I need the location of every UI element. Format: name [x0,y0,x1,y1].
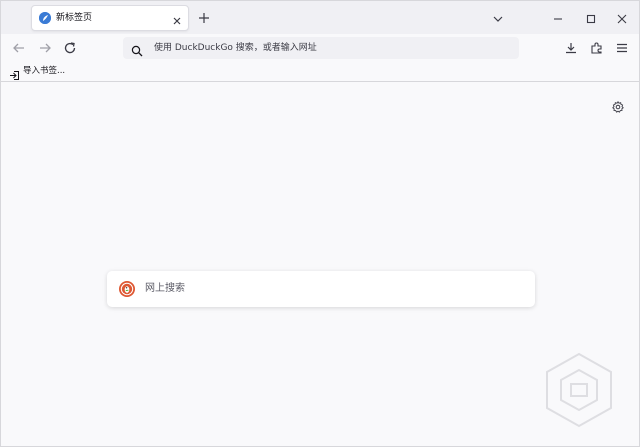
import-icon [9,66,20,80]
import-bookmarks-label: 导入书签... [23,66,66,76]
navigation-bar: 使用 DuckDuckGo 搜索，或者输入网址 [1,34,639,62]
maximize-icon[interactable] [584,11,598,25]
plus-icon[interactable] [197,10,211,24]
bookmarks-toolbar: 导入书签... [1,62,639,82]
tab-title: 新标签页 [56,13,93,23]
close-icon[interactable] [615,11,629,25]
arrow-left-icon[interactable] [11,40,27,56]
watermark-logo-icon [546,352,612,428]
web-search-box[interactable]: 网上搜索 [107,271,535,307]
url-bar[interactable]: 使用 DuckDuckGo 搜索，或者输入网址 [123,37,519,59]
download-icon[interactable] [563,40,579,56]
browser-window: 新标签页 使用 DuckDuckGo 搜索，或者输入网址 导入书签... 网上搜… [0,0,640,447]
reload-icon[interactable] [62,40,78,56]
search-placeholder: 网上搜索 [145,283,185,294]
firefox-logo-icon [39,12,51,24]
hamburger-menu-icon[interactable] [614,40,630,56]
search-icon [131,42,143,57]
tab-strip: 新标签页 [1,1,639,34]
chevron-down-icon[interactable] [491,11,505,25]
gear-icon[interactable] [612,98,624,113]
new-tab-page: 网上搜索 [1,82,639,446]
duckduckgo-icon [119,281,135,297]
close-icon[interactable] [171,12,183,25]
arrow-right-icon[interactable] [37,40,53,56]
tab-new-tab[interactable]: 新标签页 [31,5,189,31]
url-bar-placeholder: 使用 DuckDuckGo 搜索，或者输入网址 [154,43,317,53]
minimize-icon[interactable] [551,11,565,25]
puzzle-icon[interactable] [589,40,605,56]
